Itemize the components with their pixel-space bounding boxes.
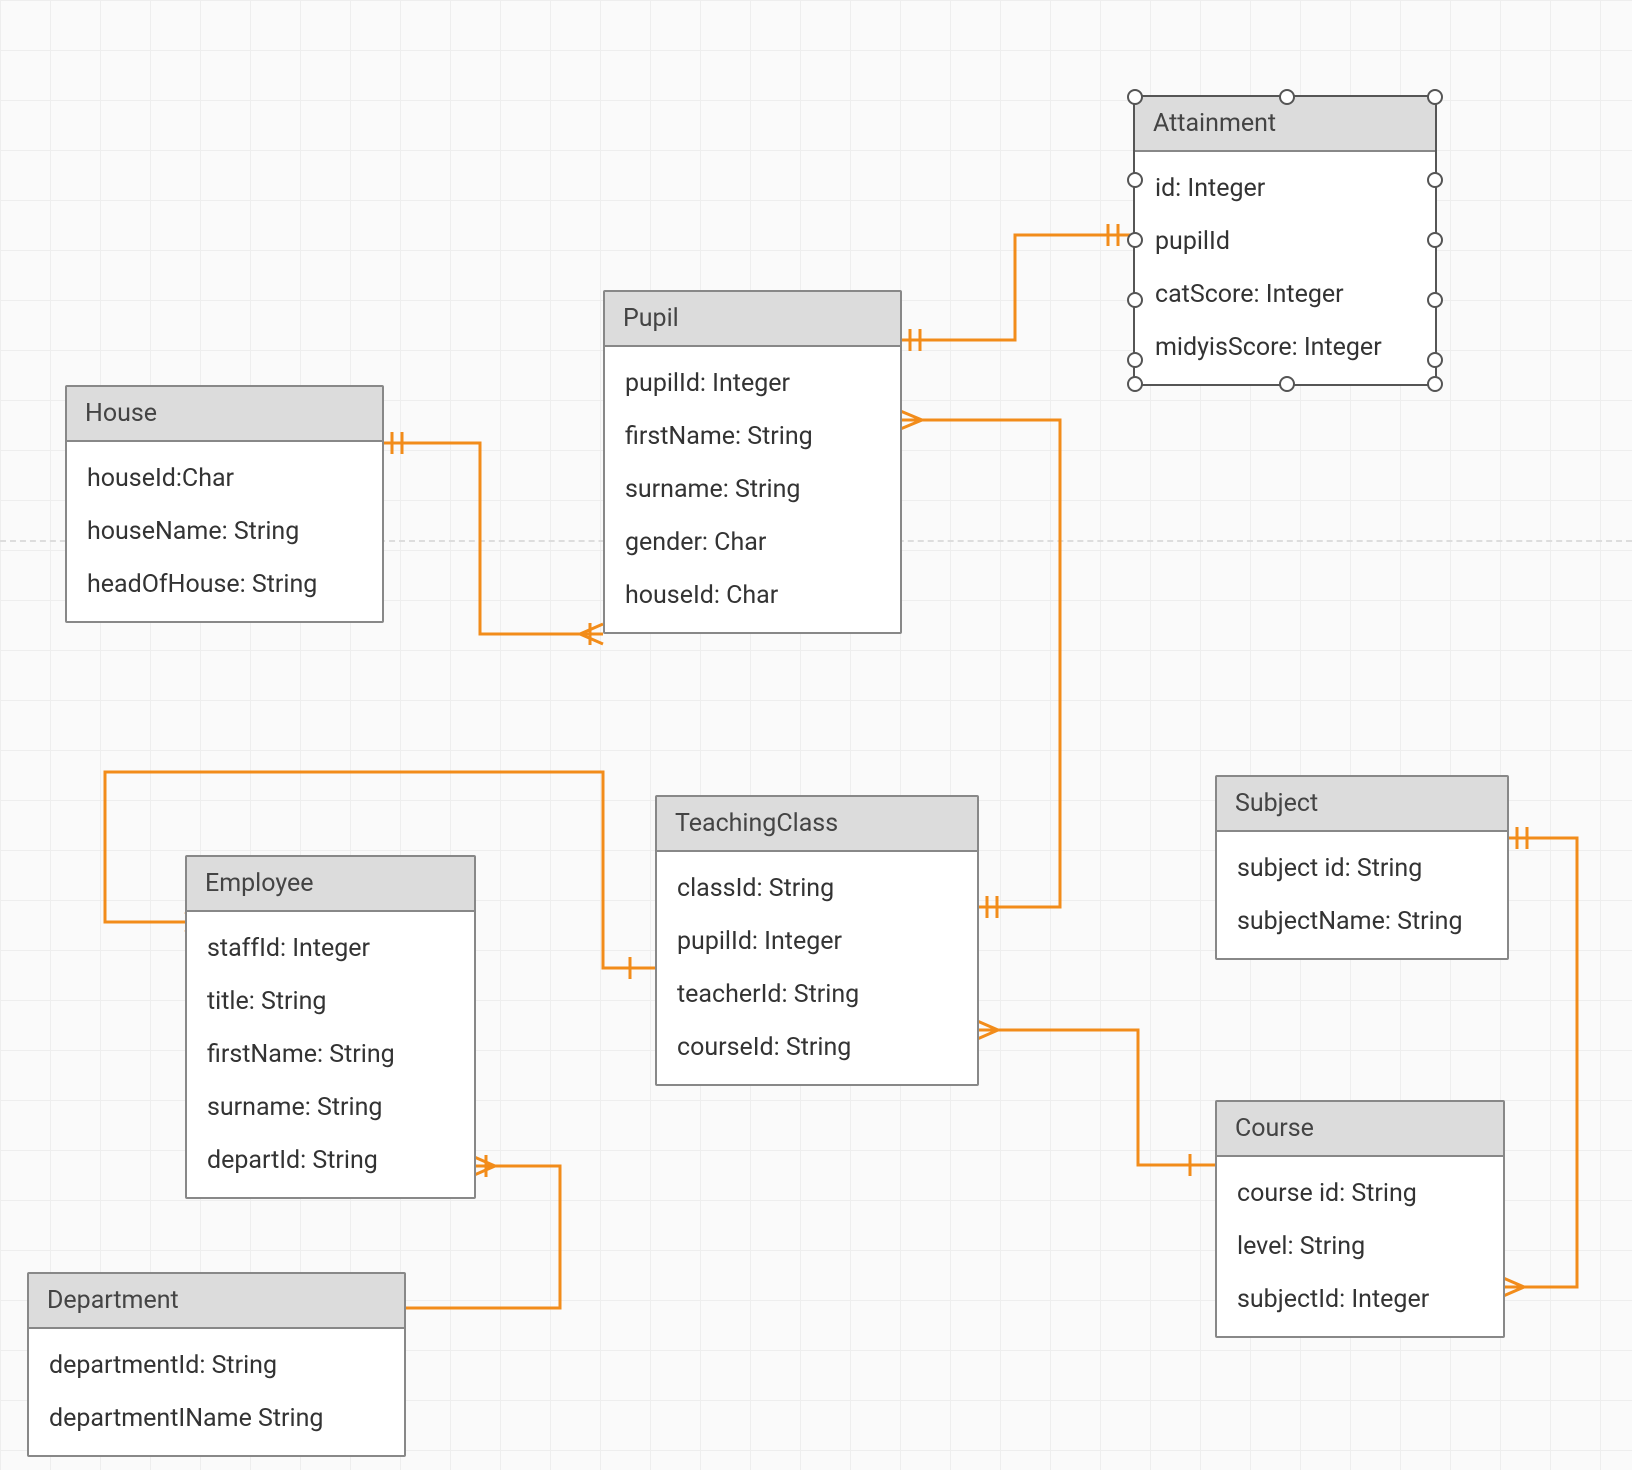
- resize-handle[interactable]: [1127, 376, 1143, 392]
- attr: firstName: String: [605, 410, 900, 463]
- attr: departId: String: [187, 1134, 474, 1187]
- entity-title: Pupil: [605, 292, 900, 347]
- attr: teacherId: String: [657, 968, 977, 1021]
- attr: subject id: String: [1217, 842, 1507, 895]
- entity-title: Department: [29, 1274, 404, 1329]
- resize-handle[interactable]: [1427, 89, 1443, 105]
- attr: houseId:Char: [67, 452, 382, 505]
- attr: pupilId: Integer: [657, 915, 977, 968]
- resize-handle[interactable]: [1279, 376, 1295, 392]
- attr: subjectId: Integer: [1217, 1273, 1503, 1326]
- resize-handle[interactable]: [1127, 89, 1143, 105]
- attr: id: Integer: [1135, 162, 1435, 215]
- erd-canvas[interactable]: House houseId:Char houseName: String hea…: [0, 0, 1632, 1470]
- attr: surname: String: [605, 463, 900, 516]
- entity-title: Subject: [1217, 777, 1507, 832]
- entity-employee[interactable]: Employee staffId: Integer title: String …: [185, 855, 476, 1199]
- attr: departmentId: String: [29, 1339, 404, 1392]
- attr: pupilId: Integer: [605, 357, 900, 410]
- entity-house[interactable]: House houseId:Char houseName: String hea…: [65, 385, 384, 623]
- attr: surname: String: [187, 1081, 474, 1134]
- attr: houseId: Char: [605, 569, 900, 622]
- entity-title: Attainment: [1135, 97, 1435, 152]
- entity-course[interactable]: Course course id: String level: String s…: [1215, 1100, 1505, 1338]
- resize-handle[interactable]: [1427, 172, 1443, 188]
- entity-pupil[interactable]: Pupil pupilId: Integer firstName: String…: [603, 290, 902, 634]
- attr: gender: Char: [605, 516, 900, 569]
- attr: course id: String: [1217, 1167, 1503, 1220]
- attr: catScore: Integer: [1135, 268, 1435, 321]
- attr: subjectName: String: [1217, 895, 1507, 948]
- attr: departmentIName String: [29, 1392, 404, 1445]
- attr: level: String: [1217, 1220, 1503, 1273]
- attr: headOfHouse: String: [67, 558, 382, 611]
- attr: midyisScore: Integer: [1135, 321, 1435, 374]
- resize-handle[interactable]: [1127, 232, 1143, 248]
- attr: classId: String: [657, 862, 977, 915]
- entity-teachingclass[interactable]: TeachingClass classId: String pupilId: I…: [655, 795, 979, 1086]
- entity-department[interactable]: Department departmentId: String departme…: [27, 1272, 406, 1457]
- resize-handle[interactable]: [1427, 352, 1443, 368]
- entity-title: TeachingClass: [657, 797, 977, 852]
- resize-handle[interactable]: [1279, 89, 1295, 105]
- entity-title: House: [67, 387, 382, 442]
- resize-handle[interactable]: [1427, 232, 1443, 248]
- resize-handle[interactable]: [1127, 172, 1143, 188]
- resize-handle[interactable]: [1427, 292, 1443, 308]
- resize-handle[interactable]: [1127, 292, 1143, 308]
- attr: courseId: String: [657, 1021, 977, 1074]
- attr: title: String: [187, 975, 474, 1028]
- attr: houseName: String: [67, 505, 382, 558]
- attr: firstName: String: [187, 1028, 474, 1081]
- entity-title: Course: [1217, 1102, 1503, 1157]
- entity-title: Employee: [187, 857, 474, 912]
- attr: pupilId: [1135, 215, 1435, 268]
- entity-attainment[interactable]: Attainment id: Integer pupilId catScore:…: [1133, 95, 1437, 386]
- entity-subject[interactable]: Subject subject id: String subjectName: …: [1215, 775, 1509, 960]
- resize-handle[interactable]: [1127, 352, 1143, 368]
- resize-handle[interactable]: [1427, 376, 1443, 392]
- attr: staffId: Integer: [187, 922, 474, 975]
